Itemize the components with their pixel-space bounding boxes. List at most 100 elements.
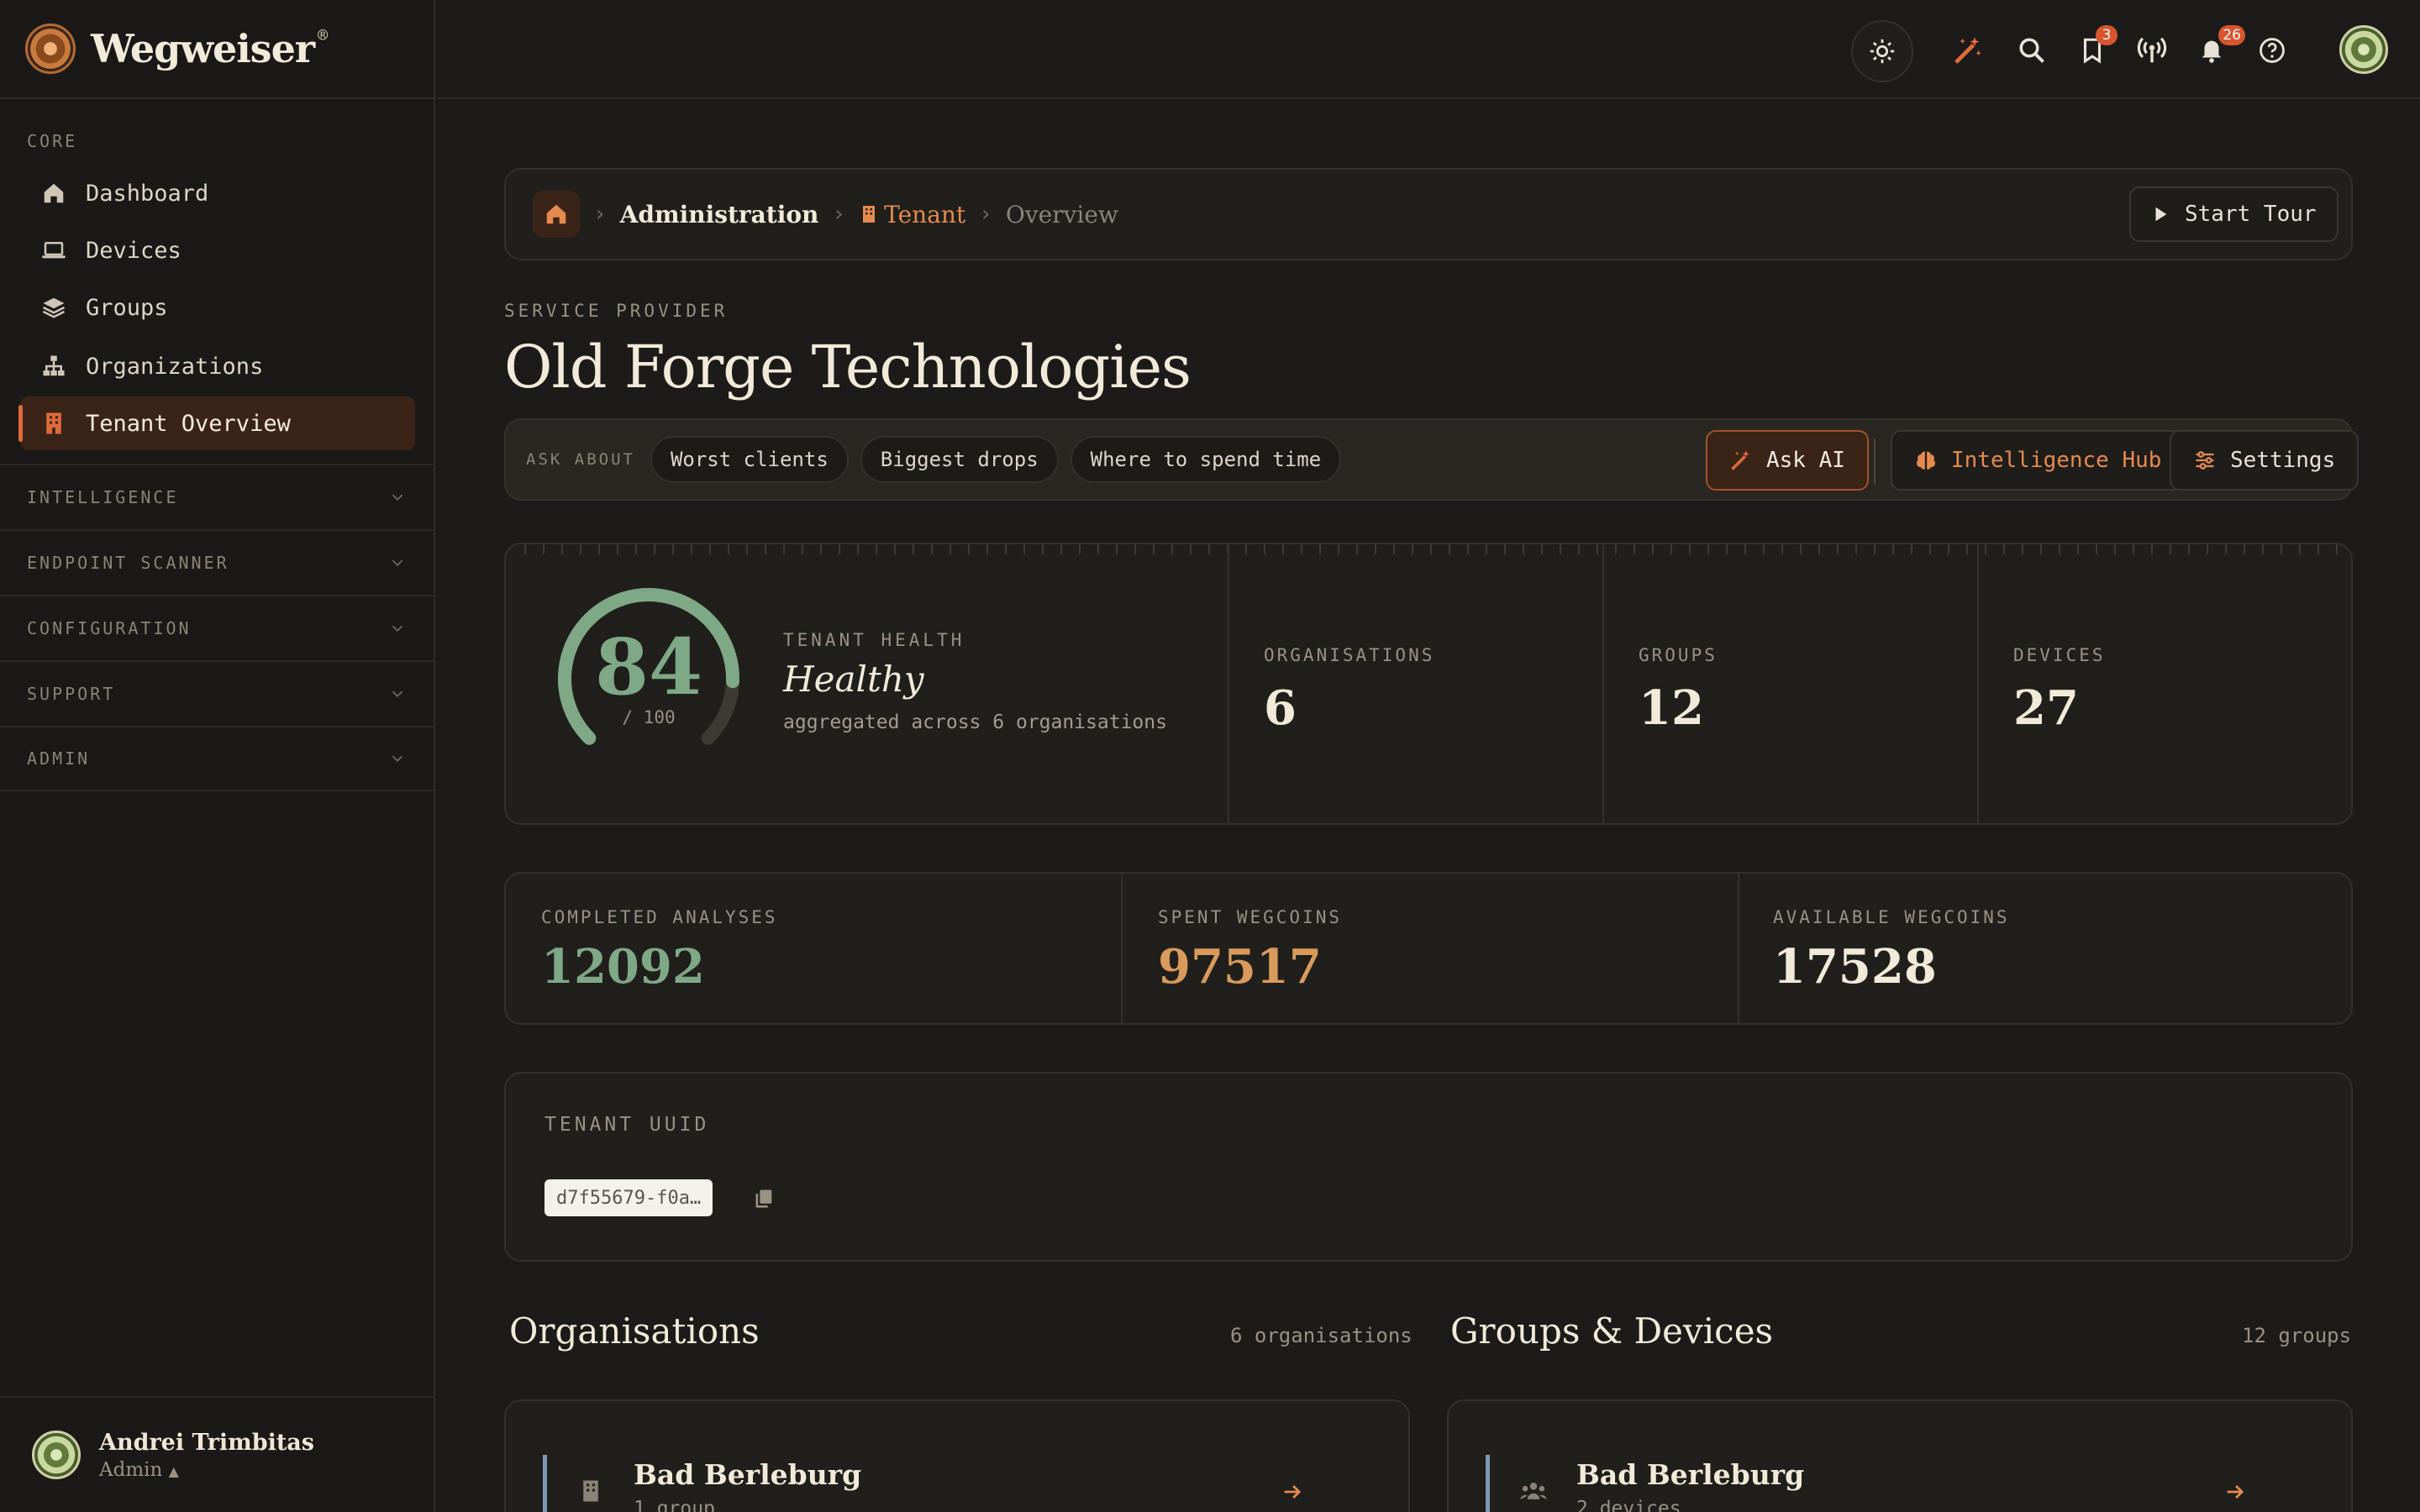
uuid-value[interactable]: d7f55679-f0a…: [544, 1179, 713, 1216]
groups-count: 12 groups: [2242, 1324, 2352, 1347]
nav-section-admin[interactable]: ADMIN: [0, 726, 434, 791]
user-name: Andrei Trimbitas: [99, 1429, 314, 1456]
stat-completed-analyses: COMPLETED ANALYSES 12092: [541, 907, 778, 995]
health-score-max: / 100: [622, 707, 676, 727]
nav-section-intelligence[interactable]: INTELLIGENCE: [0, 464, 434, 529]
building-icon: [583, 1480, 598, 1502]
stat-divider: [1738, 874, 1739, 1023]
sliders-icon: [2196, 451, 2214, 470]
nav-section-configuration[interactable]: CONFIGURATION: [0, 595, 434, 660]
sidebar-item-organizations[interactable]: Organizations: [20, 339, 415, 393]
brand[interactable]: Wegweiser ®: [0, 0, 434, 99]
breadcrumb-home[interactable]: [533, 191, 580, 238]
breadcrumb-item-administration[interactable]: Administration: [620, 201, 819, 228]
accent-bar: [543, 1455, 547, 1512]
sidebar: Wegweiser ® CORE Dashboard Devices Group…: [0, 0, 435, 1512]
user-card[interactable]: Andrei Trimbitas Admin ▲: [0, 1396, 434, 1512]
sidebar-item-devices[interactable]: Devices: [20, 223, 415, 277]
breadcrumb: › Administration › Tenant › Overview: [504, 168, 2353, 260]
stat-value: 12092: [541, 939, 705, 995]
sidebar-item-groups[interactable]: Groups: [20, 281, 415, 334]
breadcrumb-item-tenant[interactable]: Tenant: [884, 201, 965, 228]
stat-available-wegcoins: AVAILABLE WEGCOINS 17528: [1773, 907, 2010, 995]
stat-value: 17528: [1773, 939, 1937, 995]
brain-icon: [1917, 451, 1935, 470]
home-icon: [40, 180, 67, 207]
sidebar-item-label: Tenant Overview: [86, 410, 291, 437]
laptop-icon: [40, 237, 67, 264]
sidebar-item-tenant-overview[interactable]: Tenant Overview: [18, 396, 415, 450]
nav-section-support[interactable]: SUPPORT: [0, 660, 434, 726]
nav-section-endpoint-scanner[interactable]: ENDPOINT SCANNER: [0, 529, 434, 595]
sidebar-item-label: Devices: [86, 237, 182, 264]
brand-registered-mark: ®: [318, 25, 329, 45]
chevron-right-icon: ›: [979, 202, 992, 227]
tenant-health-card: 84 / 100 TENANT HEALTH Healthy aggregate…: [504, 543, 2353, 825]
group-name: Bad Berleburg: [1576, 1458, 1805, 1491]
page-eyebrow: SERVICE PROVIDER: [504, 301, 729, 321]
brand-logo-icon: [25, 24, 76, 74]
ask-chip-biggest-drops[interactable]: Biggest drops: [860, 436, 1059, 483]
stat-value: 6: [1264, 680, 1297, 736]
stat-label: DEVICES: [2013, 645, 2106, 665]
health-summary: TENANT HEALTH Healthy aggregated across …: [783, 630, 1167, 733]
stat-devices: DEVICES 27: [2013, 645, 2106, 736]
layers-icon: [40, 294, 67, 321]
home-icon: [546, 204, 566, 224]
nav-section-core-label: CORE: [27, 131, 78, 151]
ask-about-label: ASK ABOUT: [526, 450, 635, 469]
brand-name: Wegweiser: [91, 26, 315, 71]
sidebar-item-dashboard[interactable]: Dashboard: [20, 166, 415, 220]
nav-section-label: ADMIN: [27, 748, 91, 769]
copy-icon: [755, 1189, 772, 1208]
chevron-down-icon: [392, 755, 403, 763]
health-score: 84: [594, 622, 703, 712]
nav-section-label: INTELLIGENCE: [27, 487, 179, 507]
organisations-title: Organisations: [509, 1310, 760, 1352]
stat-organisations: ORGANISATIONS 6: [1264, 645, 1434, 736]
settings-button[interactable]: Settings: [2170, 430, 2360, 491]
stat-label: GROUPS: [1639, 645, 1718, 665]
ask-ai-button[interactable]: Ask AI: [1706, 430, 1869, 491]
chevron-down-icon: [392, 559, 403, 567]
ruler-decoration: [506, 544, 2351, 554]
start-tour-button[interactable]: Start Tour: [2129, 186, 2338, 242]
health-sub: aggregated across 6 organisations: [783, 711, 1167, 733]
stat-divider: [1228, 544, 1229, 823]
stat-label: AVAILABLE WEGCOINS: [1773, 907, 2010, 927]
user-role: Admin ▲: [99, 1458, 179, 1481]
stat-label: SPENT WEGCOINS: [1158, 907, 1343, 927]
copy-uuid-button[interactable]: [750, 1184, 778, 1213]
nav-section-label: SUPPORT: [27, 684, 116, 704]
arrow-right-icon: [1284, 1485, 1302, 1499]
chevron-right-icon: ›: [593, 202, 607, 227]
building-icon: [40, 410, 67, 437]
nav-section-label: ENDPOINT SCANNER: [27, 553, 229, 573]
org-chart-icon: [40, 353, 67, 380]
health-label: TENANT HEALTH: [783, 630, 965, 650]
start-tour-label: Start Tour: [2185, 202, 2317, 227]
organisation-item-text: Bad Berleburg 1 group: [634, 1458, 861, 1512]
play-icon: [2155, 207, 2167, 222]
health-status: Healthy: [783, 659, 924, 700]
building-icon: [863, 206, 876, 223]
ask-chip-worst-clients[interactable]: Worst clients: [650, 436, 849, 483]
list-item[interactable]: Bad Berleburg 1 group: [504, 1399, 1410, 1512]
organisation-sub: 1 group: [634, 1498, 715, 1512]
settings-label: Settings: [2230, 448, 2336, 473]
list-item[interactable]: Bad Berleburg 2 devices: [1447, 1399, 2353, 1512]
nav-section-label: CONFIGURATION: [27, 618, 192, 638]
stat-label: ORGANISATIONS: [1264, 645, 1435, 665]
ask-bar-divider: [1874, 438, 1876, 484]
sidebar-item-label: Groups: [86, 294, 168, 321]
stat-divider: [1121, 874, 1123, 1023]
sidebar-item-label: Organizations: [86, 353, 264, 380]
ask-chip-where-to-spend-time[interactable]: Where to spend time: [1070, 436, 1342, 483]
chevron-down-icon: [392, 494, 403, 501]
uuid-label: TENANT UUID: [544, 1114, 710, 1136]
wegcoins-card: COMPLETED ANALYSES 12092 SPENT WEGCOINS …: [504, 872, 2353, 1025]
intelligence-hub-button[interactable]: Intelligence Hub: [1891, 430, 2186, 491]
chevron-down-icon: [392, 625, 403, 633]
magic-wand-icon: [1731, 450, 1749, 470]
stat-divider: [1977, 544, 1979, 823]
